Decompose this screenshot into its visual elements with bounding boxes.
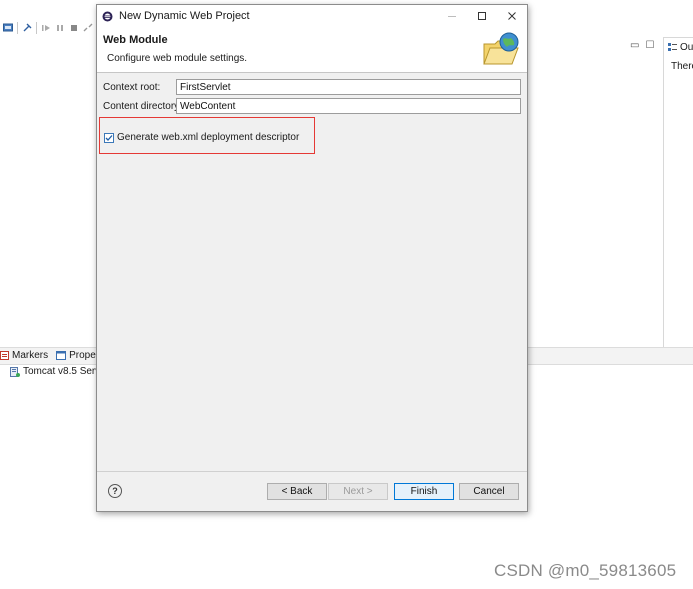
outline-tab[interactable]: Ou [668, 42, 693, 53]
tab-markers-label: Markers [12, 350, 49, 361]
minimize-icon [448, 16, 456, 17]
properties-icon [56, 351, 67, 360]
server-icon [10, 366, 20, 377]
pin-icon[interactable] [22, 23, 32, 33]
new-dynamic-web-project-dialog: New Dynamic Web Project Web Module Confi… [96, 4, 528, 512]
wizard-banner: Web Module Configure web module settings… [97, 27, 527, 73]
maximize-view-icon[interactable]: ☐ [645, 40, 654, 51]
close-icon [508, 12, 516, 20]
content-directory-label: Content directory: [103, 100, 182, 112]
watermark: CSDN @m0_59813605 [494, 561, 677, 580]
content-directory-row: Content directory: [103, 98, 521, 114]
context-root-row: Context root: [103, 79, 521, 95]
checkmark-icon [105, 134, 113, 141]
minimize-button[interactable] [437, 5, 467, 27]
generate-web-xml-option[interactable]: Generate web.xml deployment descriptor [104, 132, 299, 143]
dialog-titlebar[interactable]: New Dynamic Web Project [97, 5, 527, 27]
workbench-toolbar [0, 18, 96, 38]
server-list-item[interactable]: Tomcat v8.5 Server [10, 366, 109, 377]
help-button[interactable]: ? [108, 484, 122, 498]
wizard-page-description: Configure web module settings. [107, 53, 248, 64]
outline-message: There [671, 61, 693, 72]
finish-button[interactable]: Finish [394, 483, 454, 500]
disconnect-icon[interactable] [83, 23, 93, 33]
resume-icon[interactable] [41, 23, 51, 33]
generate-web-xml-label: Generate web.xml deployment descriptor [117, 132, 300, 143]
cancel-button[interactable]: Cancel [459, 483, 519, 500]
console-icon[interactable] [3, 23, 13, 33]
maximize-button[interactable] [467, 5, 497, 27]
close-button[interactable] [497, 5, 527, 27]
back-button[interactable]: < Back [267, 483, 327, 500]
footer-divider [97, 471, 527, 472]
toolbar-separator [17, 22, 18, 34]
dialog-title: New Dynamic Web Project [119, 10, 250, 22]
context-root-input[interactable] [176, 79, 521, 95]
terminate-icon[interactable] [69, 23, 79, 33]
window-controls [437, 5, 527, 27]
bottom-panel-tabs: Markers Propertie [0, 350, 110, 361]
view-controls: ▭ ☐ [630, 40, 654, 51]
minimize-view-icon[interactable]: ▭ [630, 40, 639, 51]
outline-view: Ou There [663, 37, 693, 347]
context-root-label: Context root: [103, 81, 161, 93]
outline-icon [668, 43, 677, 51]
suspend-icon[interactable] [55, 23, 65, 33]
generate-web-xml-checkbox[interactable] [104, 132, 114, 143]
maximize-icon [478, 12, 486, 20]
outline-tab-label: Ou [680, 42, 693, 53]
web-project-folder-icon [483, 32, 519, 65]
next-button[interactable]: Next > [328, 483, 388, 500]
markers-icon [0, 351, 9, 360]
toolbar-separator [36, 22, 37, 34]
content-directory-input[interactable] [176, 98, 521, 114]
wizard-page-title: Web Module [103, 34, 168, 46]
eclipse-icon [102, 11, 113, 21]
tab-markers[interactable]: Markers [0, 350, 48, 361]
